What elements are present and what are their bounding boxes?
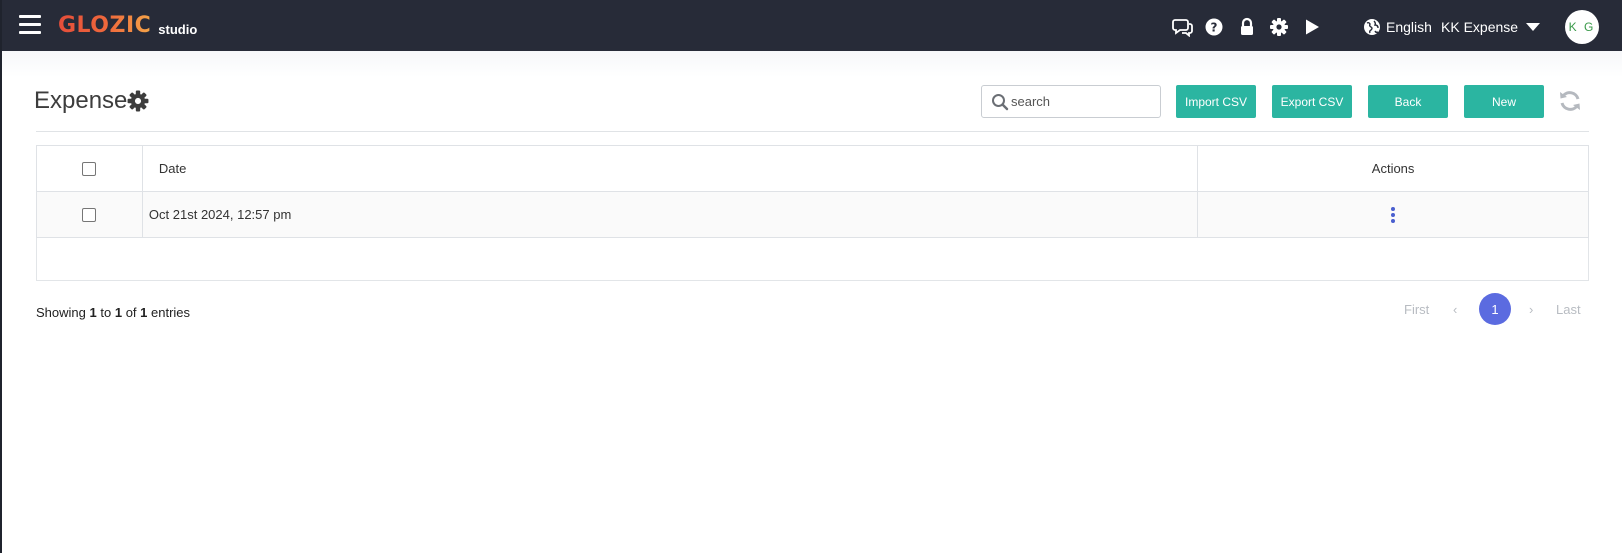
top-navbar: GLOZIC studio ? English KK Expense K G [2, 0, 1622, 51]
pagination-prev[interactable]: ‹ [1453, 295, 1457, 323]
column-header-date[interactable]: Date [141, 145, 1199, 192]
pagination-last[interactable]: Last [1556, 295, 1581, 323]
more-options-icon[interactable] [1389, 206, 1397, 223]
language-selector[interactable]: English [1363, 18, 1432, 36]
lock-icon[interactable] [1237, 17, 1257, 37]
avatar[interactable]: K G [1565, 10, 1599, 44]
row-checkbox[interactable] [82, 208, 97, 223]
export-csv-button[interactable]: Export CSV [1272, 85, 1352, 118]
summary-of-word: of [125, 305, 137, 320]
help-icon[interactable]: ? [1204, 17, 1224, 37]
summary-entries-word: entries [151, 305, 191, 320]
search-icon [992, 93, 1009, 110]
back-button[interactable]: Back [1368, 85, 1448, 118]
row-date-cell[interactable]: Oct 21st 2024, 12:57 pm [141, 191, 1199, 238]
column-header-actions: Actions [1197, 145, 1589, 192]
logo[interactable]: GLOZIC studio [58, 11, 197, 39]
new-button[interactable]: New [1464, 85, 1544, 118]
gear-icon[interactable] [1269, 17, 1289, 37]
play-icon[interactable] [1302, 17, 1322, 37]
main-content: Expense Import CSV Export CSV Back Ne [2, 51, 1622, 553]
title-divider [36, 131, 1589, 132]
page-title: Expense [34, 87, 128, 114]
pagination-next[interactable]: › [1529, 295, 1533, 323]
row-actions-cell [1197, 191, 1589, 238]
summary-total: 1 [140, 305, 148, 320]
table-header-row: Date Actions [36, 145, 1589, 192]
app-switcher-label: KK Expense [1441, 19, 1519, 35]
summary-prefix: Showing [36, 305, 86, 320]
globe-icon [1364, 19, 1380, 35]
row-select-cell [36, 191, 143, 238]
table-row[interactable]: Oct 21st 2024, 12:57 pm [36, 191, 1589, 238]
pagination-current-page[interactable]: 1 [1479, 293, 1511, 325]
select-all-checkbox[interactable] [82, 162, 97, 177]
svg-text:?: ? [1211, 21, 1218, 35]
app-switcher[interactable]: KK Expense [1441, 18, 1541, 36]
summary-to: 1 [114, 305, 123, 320]
language-label: English [1386, 19, 1432, 35]
records-table: Date Actions Oct 21st 2024, 12:57 pm [36, 145, 1589, 281]
logo-subtitle: studio [158, 22, 198, 37]
refresh-icon[interactable] [1557, 88, 1583, 114]
search-field[interactable] [981, 85, 1161, 118]
chat-icon[interactable] [1172, 17, 1193, 37]
menu-icon[interactable] [19, 15, 41, 34]
page-settings-gear-icon[interactable] [127, 90, 149, 112]
import-csv-button[interactable]: Import CSV [1176, 85, 1256, 118]
caret-down-icon [1526, 23, 1541, 31]
header-select-cell [36, 145, 143, 192]
summary-from: 1 [89, 305, 97, 320]
search-input[interactable] [1011, 94, 1151, 109]
summary-to-word: to [100, 305, 112, 320]
entries-summary: Showing 1 to 1 of 1 entries [36, 305, 190, 320]
pagination-first[interactable]: First [1404, 295, 1429, 323]
logo-wordmark: GLOZIC [58, 13, 152, 38]
